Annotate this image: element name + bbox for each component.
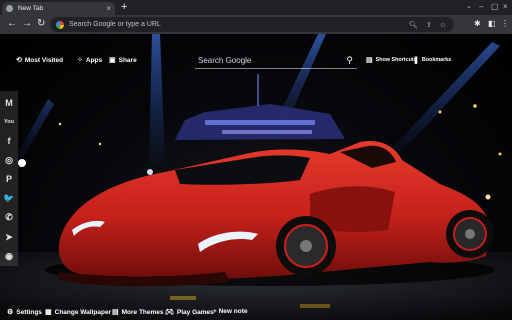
share-label: Share xyxy=(118,56,137,64)
bookmark-icon: ❚ xyxy=(413,57,419,64)
show-shortcuts-link[interactable]: ▤ Show Shortcuts xyxy=(366,56,417,64)
search-box[interactable]: ⚲ xyxy=(195,52,357,69)
wallpaper-icon: ▦ xyxy=(45,309,52,316)
window-close-icon[interactable]: × xyxy=(503,2,508,12)
tab-strip: New Tab × + ⌄ – ▢ × xyxy=(0,0,512,15)
more-themes-label: More Themes xyxy=(121,308,164,316)
telegram-icon[interactable]: ➤ xyxy=(0,228,18,247)
bookmarks-link[interactable]: ❚ Bookmarks xyxy=(413,56,451,64)
tab-favicon-icon xyxy=(6,5,13,12)
bookmarks-label: Bookmarks xyxy=(421,57,452,63)
apps-grid-icon: ⁘ xyxy=(77,57,83,64)
tab-title: New Tab xyxy=(18,5,44,12)
back-arrow-icon[interactable]: ← xyxy=(7,18,17,30)
new-note-link[interactable]: + New note xyxy=(213,308,248,315)
forward-arrow-icon[interactable]: → xyxy=(22,18,32,30)
most-visited-link[interactable]: ⟲ Most Visited xyxy=(16,56,64,65)
gamepad-icon: 🎮︎ xyxy=(165,309,174,316)
omnibox[interactable]: Search Google or type a URL 🔍︎ ⇪ ☆ xyxy=(50,17,454,32)
change-wallpaper-label: Change Wallpaper xyxy=(54,308,112,316)
reddit-icon[interactable]: ◉ xyxy=(0,247,18,266)
themes-icon: ▤ xyxy=(112,309,119,316)
omnibox-placeholder[interactable]: Search Google or type a URL xyxy=(69,21,409,28)
show-shortcuts-label: Show Shortcuts xyxy=(375,57,417,63)
twitter-icon[interactable]: 🐦 xyxy=(0,189,18,208)
social-sidebar: M You f ◎ P 🐦 ✆ ➤ ◉ xyxy=(0,91,18,266)
whatsapp-icon[interactable]: ✆ xyxy=(0,208,18,227)
shortcuts-icon: ▤ xyxy=(366,57,373,64)
facebook-icon[interactable]: f xyxy=(0,131,18,150)
menu-dots-icon[interactable]: ⋮ xyxy=(501,19,509,29)
minimize-icon[interactable]: – xyxy=(479,2,483,12)
apps-link[interactable]: ⁘ Apps xyxy=(77,56,103,65)
google-icon xyxy=(56,20,64,29)
play-games-label: Play Games xyxy=(176,308,214,316)
pinterest-icon[interactable]: P xyxy=(0,170,18,189)
new-note-label: + New note xyxy=(213,308,248,315)
chevron-down-icon[interactable]: ⌄ xyxy=(466,2,472,10)
share-link[interactable]: ▣ Share xyxy=(109,56,137,65)
search-input[interactable] xyxy=(195,55,347,65)
browser-toolbar: ← → ↻ Search Google or type a URL 🔍︎ ⇪ ☆… xyxy=(0,15,512,34)
settings-label: Settings xyxy=(16,308,42,316)
change-wallpaper-link[interactable]: ▦ Change Wallpaper xyxy=(45,308,112,317)
side-panel-icon[interactable]: ◧ xyxy=(488,19,496,29)
gmail-icon[interactable]: M xyxy=(0,93,18,112)
bottom-bar: ⚙ Settings ▦ Change Wallpaper ▤ More The… xyxy=(0,306,512,320)
apps-label: Apps xyxy=(85,56,103,64)
maximize-icon[interactable]: ▢ xyxy=(491,2,499,12)
close-icon[interactable]: × xyxy=(106,4,111,13)
search-icon[interactable]: ⚲ xyxy=(346,55,353,66)
youtube-icon[interactable]: You xyxy=(0,112,18,131)
share-icon: ▣ xyxy=(109,57,116,64)
share-page-icon[interactable]: ⇪ xyxy=(426,21,432,29)
settings-link[interactable]: ⚙ Settings xyxy=(7,308,42,317)
wallpaper-image xyxy=(0,34,512,320)
history-icon: ⟲ xyxy=(16,57,22,64)
gear-icon: ⚙ xyxy=(7,309,14,316)
reload-icon[interactable]: ↻ xyxy=(37,18,45,30)
zoom-icon[interactable]: 🔍︎ xyxy=(409,21,418,29)
new-tab-button[interactable]: + xyxy=(121,1,127,14)
more-themes-link[interactable]: ▤ More Themes xyxy=(112,308,164,317)
new-tab-page: ⟲ Most Visited ⁘ Apps ▣ Share ⚲ ▤ Show S… xyxy=(0,34,512,320)
extension-icon[interactable]: ✱ xyxy=(474,19,481,29)
instagram-icon[interactable]: ◎ xyxy=(0,151,18,170)
tab-new-tab[interactable]: New Tab × xyxy=(2,2,115,15)
most-visited-label: Most Visited xyxy=(24,56,64,64)
play-games-link[interactable]: 🎮︎ Play Games xyxy=(165,308,214,317)
bookmark-star-icon[interactable]: ☆ xyxy=(440,21,446,29)
